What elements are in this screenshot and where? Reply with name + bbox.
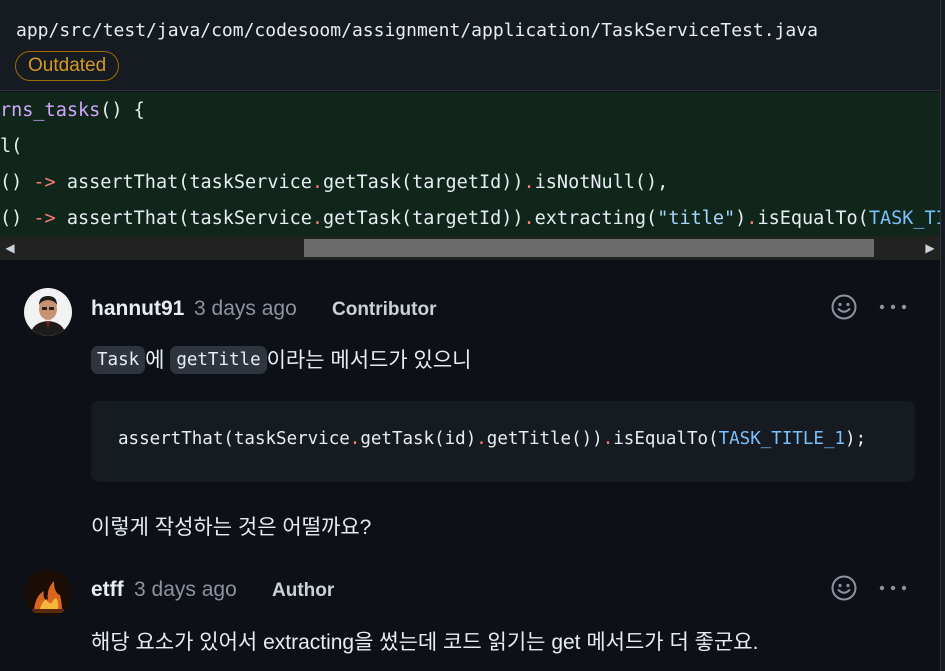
code-token: -> [33, 172, 56, 193]
code-token: . [311, 208, 324, 229]
code-token: . [746, 208, 758, 229]
code-token: getTitle()) [486, 429, 603, 449]
horizontal-scrollbar[interactable]: ◀ ▶ [0, 236, 940, 260]
comment-text: 에 [145, 349, 171, 372]
code-token: TASK_TITLE [868, 208, 940, 229]
code-token: . [602, 429, 614, 449]
code-line: rns_tasks() { [0, 93, 145, 129]
scroll-right-icon[interactable]: ▶ [920, 236, 940, 260]
code-token: () [0, 172, 34, 193]
code-token: assertThat(taskService [55, 208, 312, 229]
code-token: ) [735, 208, 747, 229]
comment-text: 이라는 메서드가 있으니 [266, 349, 472, 372]
inline-code: Task [91, 346, 146, 374]
file-path[interactable]: app/src/test/java/com/codesoom/assignmen… [16, 20, 818, 41]
comment-timestamp[interactable]: 3 days ago [194, 297, 297, 321]
comment-body: Task 에 getTitle 이라는 메서드가 있으니 [91, 344, 471, 374]
comment-timestamp[interactable]: 3 days ago [134, 578, 237, 602]
smiley-icon[interactable] [829, 292, 859, 322]
avatar[interactable] [24, 288, 72, 336]
code-token: isNotNull(), [534, 172, 669, 193]
suggested-code-block: assertThat(taskService.getTask(id).getTi… [91, 401, 915, 482]
code-token: getTask(id) [360, 429, 477, 449]
avatar[interactable] [24, 569, 72, 617]
code-token: isEqualTo( [757, 208, 869, 229]
role-badge: Contributor [332, 299, 437, 320]
comment-body-followup: 이렇게 작성하는 것은 어떨까요? [91, 516, 372, 539]
code-token: l( [0, 136, 23, 157]
code-token: . [523, 208, 535, 229]
comment-body: 해당 요소가 있어서 extracting을 썼는데 코드 읽기는 get 메서… [91, 631, 759, 654]
code-token: TASK_TITLE_1 [718, 429, 846, 449]
code-token: -> [33, 208, 56, 229]
smiley-icon[interactable] [829, 573, 859, 603]
inline-code: getTitle [170, 346, 267, 374]
code-token: getTask(targetId)) [323, 172, 524, 193]
code-token: () { [100, 100, 145, 121]
code-token: . [476, 429, 487, 449]
code-token: assertThat(taskService [55, 172, 312, 193]
code-token: "title" [657, 208, 736, 229]
outdated-badge: Outdated [15, 51, 120, 81]
code-token: . [349, 429, 361, 449]
comment-author[interactable]: hannut91 [91, 297, 184, 321]
panel-border [940, 0, 945, 671]
code-token: assertThat(taskService [118, 429, 350, 449]
code-line: () -> assertThat(taskService.getTask(tar… [0, 201, 940, 236]
scrollbar-thumb[interactable] [304, 239, 874, 257]
code-token: isEqualTo( [613, 429, 719, 449]
scroll-left-icon[interactable]: ◀ [0, 236, 20, 260]
file-header: app/src/test/java/com/codesoom/assignmen… [0, 0, 945, 91]
code-token: getTask(targetId)) [323, 208, 524, 229]
role-badge: Author [272, 580, 335, 601]
code-block-line: assertThat(taskService.getTask(id).getTi… [118, 429, 866, 449]
code-token: ); [845, 429, 867, 449]
code-line: () -> assertThat(taskService.getTask(tar… [0, 165, 668, 201]
code-token: . [523, 172, 535, 193]
kebab-menu-icon[interactable] [878, 573, 908, 603]
comment-author[interactable]: etff [91, 578, 124, 602]
code-token: extracting( [534, 208, 658, 229]
code-line: l( [0, 129, 22, 165]
code-snippet: rns_tasks() { l( () -> assertThat(taskSe… [0, 92, 940, 236]
code-token: . [311, 172, 324, 193]
code-token: () [0, 208, 34, 229]
code-token: rns_tasks [0, 100, 101, 121]
kebab-menu-icon[interactable] [878, 292, 908, 322]
